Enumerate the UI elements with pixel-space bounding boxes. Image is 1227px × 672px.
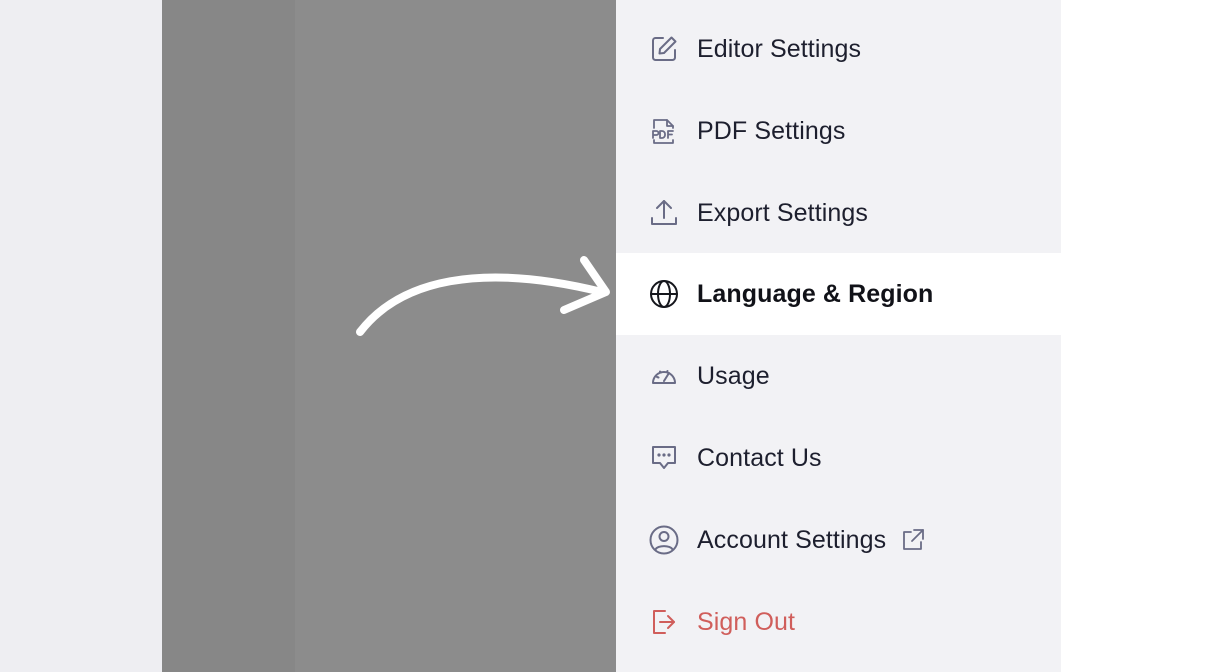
menu-item-label: Export Settings	[697, 198, 869, 227]
menu-item-label: Sign Out	[697, 607, 796, 636]
user-circle-icon	[648, 524, 680, 556]
settings-menu: Editor Settings PDF Settings Export Sett…	[616, 0, 1061, 672]
menu-item-label: Language & Region	[697, 279, 934, 308]
menu-item-account-settings[interactable]: Account Settings	[616, 499, 1061, 581]
menu-item-editor-settings[interactable]: Editor Settings	[616, 8, 1061, 90]
menu-item-sign-out[interactable]: Sign Out	[616, 581, 1061, 663]
edit-icon	[648, 33, 680, 65]
modal-overlay-left	[162, 0, 295, 672]
menu-item-label: Contact Us	[697, 443, 822, 472]
menu-item-label: Account Settings	[697, 525, 887, 554]
globe-icon	[648, 278, 680, 310]
chat-icon	[648, 442, 680, 474]
screen: Editor Settings PDF Settings Export Sett…	[0, 0, 1227, 672]
page-background-left	[0, 0, 162, 672]
sign-out-icon	[648, 606, 680, 638]
modal-overlay[interactable]	[295, 0, 616, 672]
page-background-right	[1061, 0, 1227, 672]
menu-item-label: Editor Settings	[697, 34, 862, 63]
menu-item-contact-us[interactable]: Contact Us	[616, 417, 1061, 499]
gauge-icon	[648, 360, 680, 392]
upload-icon	[648, 197, 680, 229]
menu-item-label: Usage	[697, 361, 770, 390]
menu-item-pdf-settings[interactable]: PDF Settings	[616, 90, 1061, 172]
menu-item-language-region[interactable]: Language & Region	[616, 253, 1061, 335]
menu-item-export-settings[interactable]: Export Settings	[616, 172, 1061, 254]
external-link-icon	[900, 527, 926, 553]
menu-item-usage[interactable]: Usage	[616, 335, 1061, 417]
menu-item-label: PDF Settings	[697, 116, 846, 145]
pdf-file-icon	[648, 115, 680, 147]
